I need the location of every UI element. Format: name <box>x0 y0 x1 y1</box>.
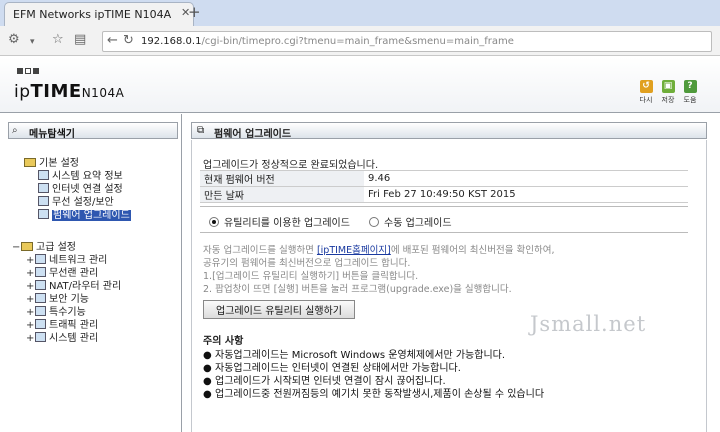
browser-tab[interactable]: EFM Networks ipTIME N104A ✕ <box>4 2 194 26</box>
brand-logo: ipTIMEN104A <box>14 81 125 102</box>
menu-explorer-header: ⌕ 메뉴탐색기 <box>8 122 178 140</box>
bookmark-star-icon[interactable]: ☆ <box>52 33 64 47</box>
extension-menu-icon[interactable]: ▾ <box>30 35 35 49</box>
page-icon <box>38 170 49 180</box>
radio-manual-upgrade[interactable]: 수동 업그레이드 <box>369 214 452 229</box>
help-icon: ? <box>683 80 697 93</box>
page-title: 펌웨어 업그레이드 <box>214 129 292 140</box>
refresh-label: 다시 <box>639 96 653 104</box>
refresh-button[interactable]: ↺ 다시 <box>636 80 656 105</box>
page-icon <box>38 209 49 219</box>
folder-icon <box>21 242 33 251</box>
radio-unselected-icon[interactable] <box>369 217 379 227</box>
tab-title: EFM Networks ipTIME N104A <box>13 8 172 21</box>
note-item: ● 업그레이드중 전원꺼짐등의 예기치 못한 동작발생시,제품이 손상될 수 있습… <box>203 389 545 400</box>
notes-title: 주의 사항 <box>203 336 244 347</box>
tree-item-system[interactable]: + 시스템 관리 <box>26 329 98 344</box>
url-path: /cgi-bin/timepro.cgi?tmenu=main_frame&sm… <box>201 36 514 47</box>
new-tab-icon[interactable]: + <box>188 3 201 21</box>
browser-toolbar: ⚙ ▾ ☆ ▤ ← ↻ 192.168.0.1/cgi-bin/timepro.… <box>0 26 720 56</box>
extension-icon[interactable]: ⚙ <box>8 33 20 47</box>
url-host: 192.168.0.1 <box>141 36 202 47</box>
firmware-version-value: 9.46 <box>364 170 688 187</box>
radio-utility-upgrade[interactable]: 유틸리티를 이용한 업그레이드 <box>209 214 350 229</box>
expand-icon[interactable]: + <box>26 333 35 344</box>
page-icon <box>35 319 46 329</box>
page-icon <box>38 183 49 193</box>
router-header: ipTIMEN104A ↺ 다시 ▣ 저장 ? 도움 <box>0 57 720 113</box>
description-line: 공유기의 펌웨어를 최신버전으로 업그레이드 합니다. <box>203 258 411 269</box>
page-icon <box>35 267 46 277</box>
browser-tab-bar: EFM Networks ipTIME N104A ✕ + <box>0 0 720 26</box>
divider <box>200 206 688 207</box>
page-icon <box>35 254 46 264</box>
page-icon <box>35 306 46 316</box>
page-icon <box>35 293 46 303</box>
menu-explorer-panel: ⌕ 메뉴탐색기 기본 설정 시스템 요약 정보 인터넷 연결 설정 무선 설정/… <box>0 114 182 432</box>
radio-selected-icon[interactable] <box>209 217 219 227</box>
divider <box>200 232 688 233</box>
back-icon[interactable]: ← <box>107 34 118 48</box>
content-panel: ⧉ 펌웨어 업그레이드 업그레이드가 정상적으로 완료되었습니다. 현재 펌웨어… <box>183 114 720 432</box>
reader-icon[interactable]: ▤ <box>74 33 86 47</box>
help-button[interactable]: ? 도움 <box>680 80 700 105</box>
help-label: 도움 <box>683 96 697 104</box>
table-row: 현재 펌웨어 버전 9.46 <box>200 170 688 187</box>
address-bar[interactable]: ← ↻ 192.168.0.1/cgi-bin/timepro.cgi?tmen… <box>102 31 712 52</box>
page-icon: ⧉ <box>197 125 205 136</box>
page-icon <box>38 196 49 206</box>
content-header: ⧉ 펌웨어 업그레이드 <box>191 122 707 140</box>
table-row: 만든 날짜 Fri Feb 27 10:49:50 KST 2015 <box>200 186 688 203</box>
description-line: 자동 업그레이드를 실행하면 [ipTIME홈페이지]에 배포된 펌웨어의 최신… <box>203 245 555 256</box>
save-icon: ▣ <box>661 80 675 93</box>
url-text[interactable]: 192.168.0.1/cgi-bin/timepro.cgi?tmenu=ma… <box>141 36 514 47</box>
description-line: 1.[업그레이드 유틸리티 실행하기] 버튼을 클릭합니다. <box>203 271 419 282</box>
search-icon: ⌕ <box>12 125 18 136</box>
watermark: Jsmall.net <box>530 312 647 336</box>
page-icon <box>35 332 46 342</box>
firmware-info-table: 현재 펌웨어 버전 9.46 만든 날짜 Fri Feb 27 10:49:50… <box>200 170 688 203</box>
collapse-icon[interactable]: − <box>12 242 21 253</box>
build-date-label: 만든 날짜 <box>200 186 364 203</box>
save-button[interactable]: ▣ 저장 <box>658 80 678 105</box>
folder-icon <box>24 158 36 167</box>
page-icon <box>35 280 46 290</box>
tree-item-firmware-upgrade[interactable]: 펌웨어 업그레이드 <box>38 206 131 221</box>
menu-explorer-title: 메뉴탐색기 <box>29 129 75 140</box>
description-line: 2. 팝업창이 뜨면 [실행] 버튼을 눌러 프로그램(upgrade.exe)… <box>203 284 512 295</box>
status-message: 업그레이드가 정상적으로 완료되었습니다. <box>203 160 379 171</box>
run-upgrade-utility-button[interactable]: 업그레이드 유틸리티 실행하기 <box>203 300 355 319</box>
firmware-version-label: 현재 펌웨어 버전 <box>200 170 364 187</box>
logo-squares-icon <box>17 66 41 77</box>
save-label: 저장 <box>661 96 675 104</box>
reload-icon[interactable]: ↻ <box>123 34 134 48</box>
build-date-value: Fri Feb 27 10:49:50 KST 2015 <box>364 186 688 203</box>
refresh-icon: ↺ <box>639 80 653 93</box>
